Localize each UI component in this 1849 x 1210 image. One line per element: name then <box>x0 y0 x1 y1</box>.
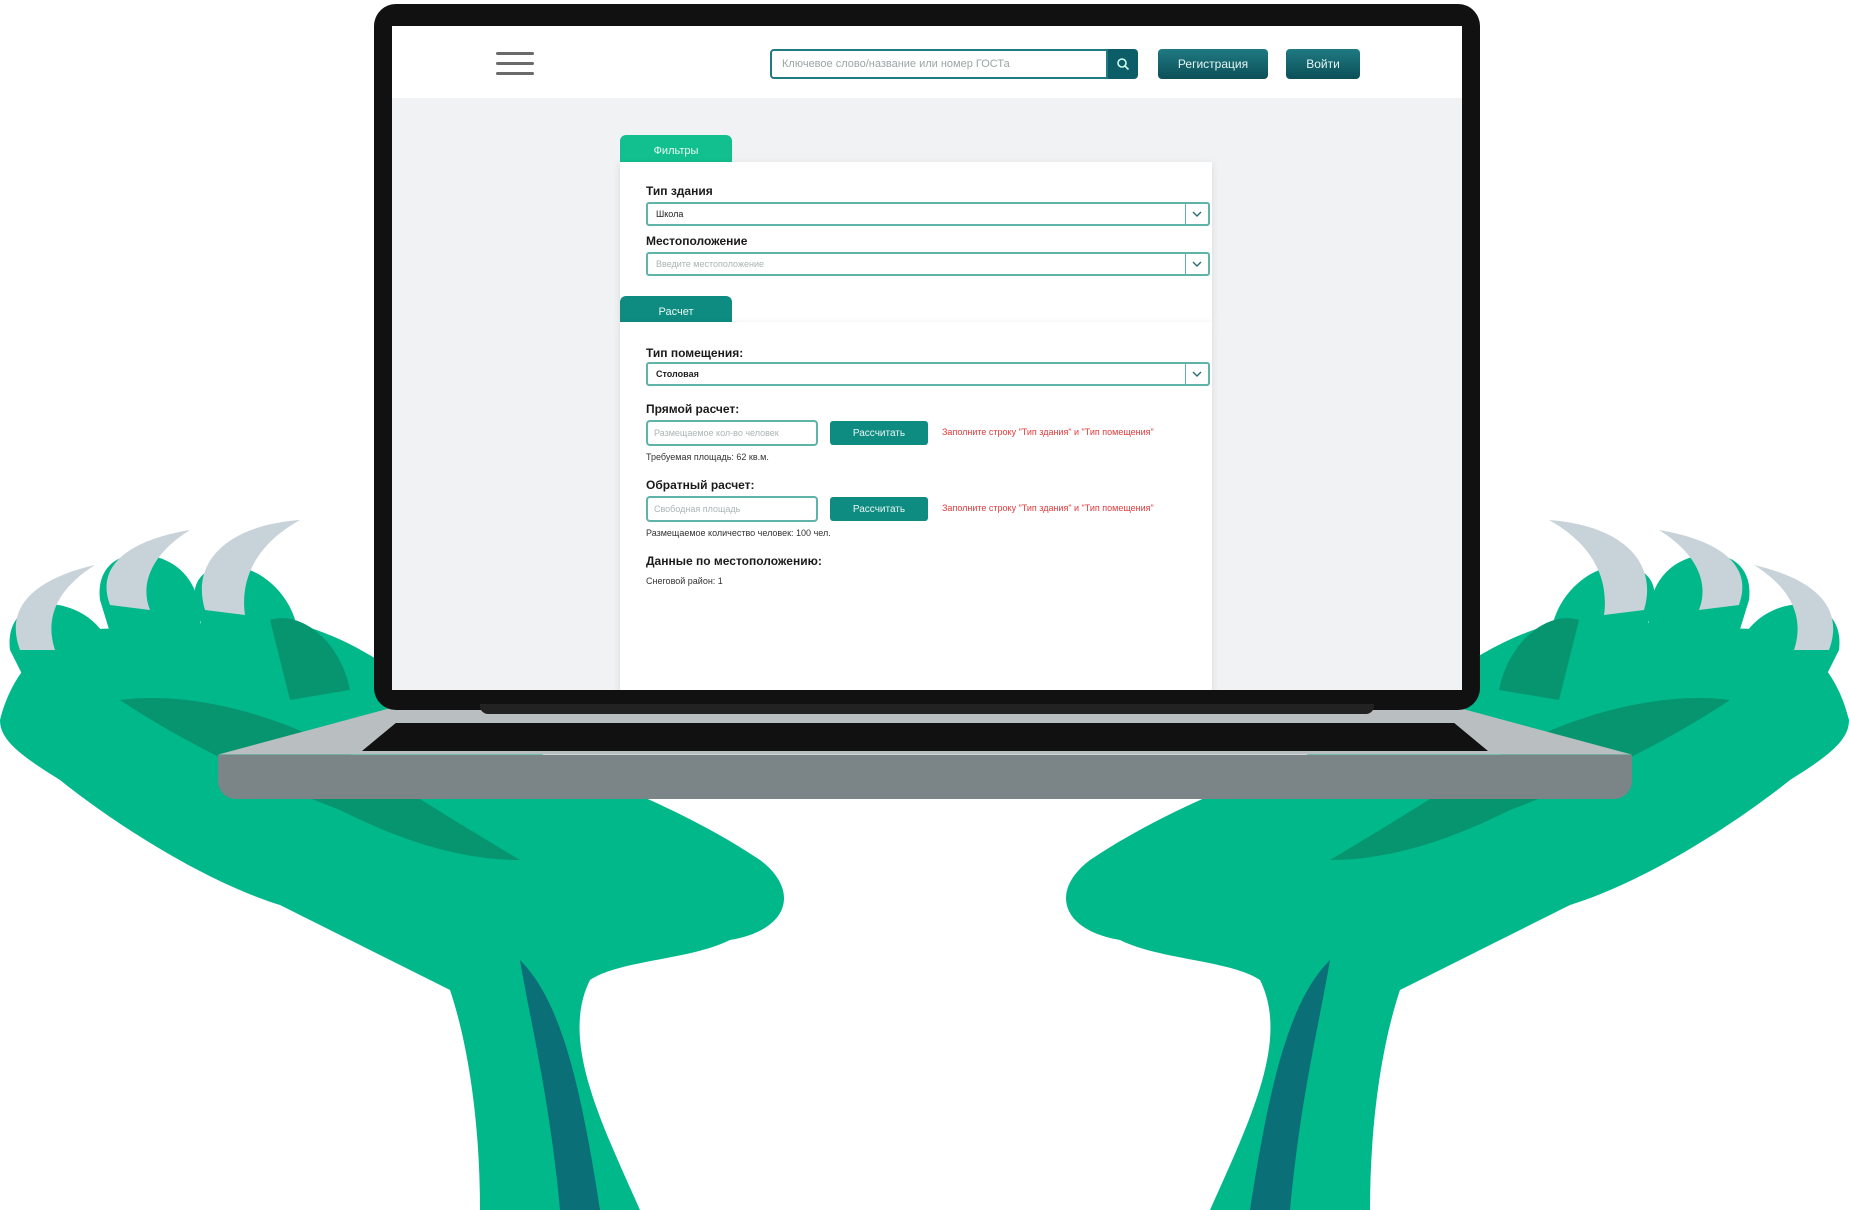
people-count-input[interactable]: Размещаемое кол-во человек <box>646 420 818 446</box>
location-data-label: Данные по местоположению: <box>646 554 822 568</box>
building-type-label: Тип здания <box>646 184 713 198</box>
hamburger-icon[interactable] <box>496 52 534 76</box>
reverse-calc-error: Заполните строку "Тип здания" и "Тип пом… <box>942 503 1154 513</box>
search-input[interactable]: Ключевое слово/название или номер ГОСТа <box>770 49 1108 79</box>
direct-calc-label: Прямой расчет: <box>646 402 740 416</box>
chevron-down-icon <box>1185 254 1208 274</box>
search-button[interactable] <box>1108 49 1138 79</box>
laptop-screen: Ключевое слово/название или номер ГОСТа … <box>392 26 1462 690</box>
login-button[interactable]: Войти <box>1286 49 1360 79</box>
snow-region: Снеговой район: 1 <box>646 576 723 586</box>
register-button[interactable]: Регистрация <box>1158 49 1268 79</box>
direct-calc-button[interactable]: Рассчитать <box>830 421 928 445</box>
room-type-select[interactable]: Столовая <box>646 362 1210 386</box>
chevron-down-icon <box>1185 364 1208 384</box>
building-type-select[interactable]: Школа <box>646 202 1210 226</box>
calc-card: Тип помещения: Столовая Прямой расчет: Р… <box>620 322 1212 690</box>
location-select[interactable]: Введите местоположение <box>646 252 1210 276</box>
location-placeholder: Введите местоположение <box>656 259 764 269</box>
reverse-calc-button[interactable]: Рассчитать <box>830 497 928 521</box>
chevron-down-icon <box>1185 204 1208 224</box>
reverse-calc-result: Размещаемое количество человек: 100 чел. <box>646 528 831 538</box>
laptop-base-front <box>218 755 1632 799</box>
building-type-value: Школа <box>656 209 684 219</box>
free-area-input[interactable]: Свободная площадь <box>646 496 818 522</box>
laptop-keyboard <box>362 723 1488 751</box>
location-label: Местоположение <box>646 234 748 248</box>
room-type-value: Столовая <box>656 369 699 379</box>
reverse-calc-label: Обратный расчет: <box>646 478 755 492</box>
direct-calc-error: Заполните строку "Тип здания" и "Тип пом… <box>942 427 1154 437</box>
laptop-hinge <box>480 704 1374 714</box>
direct-calc-result: Требуемая площадь: 62 кв.м. <box>646 452 769 462</box>
room-type-label: Тип помещения: <box>646 346 744 360</box>
top-bar: Ключевое слово/название или номер ГОСТа … <box>392 26 1462 98</box>
search-icon <box>1117 58 1130 71</box>
